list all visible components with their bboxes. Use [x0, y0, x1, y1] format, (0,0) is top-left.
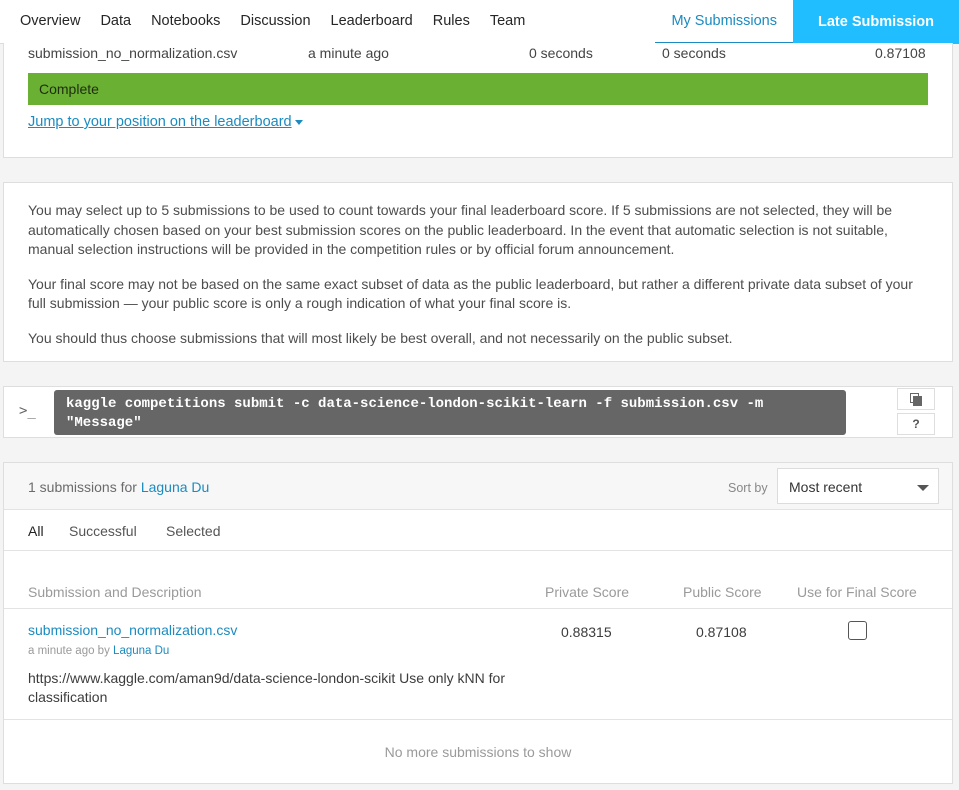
chevron-down-icon — [917, 485, 929, 491]
tab-data[interactable]: Data — [90, 0, 141, 42]
col-description: Submission and Description — [28, 584, 202, 600]
tab-discussion[interactable]: Discussion — [230, 0, 320, 42]
latest-score: 0.87108 — [875, 45, 926, 61]
info-paragraph-2: Your final score may not be based on the… — [28, 275, 913, 312]
submission-description: https://www.kaggle.com/aman9d/data-scien… — [28, 670, 505, 705]
caret-down-icon — [294, 119, 303, 125]
jump-to-leaderboard-link[interactable]: Jump to your position on the leaderboard — [28, 114, 303, 130]
submission-meta-user[interactable]: Laguna Du — [113, 645, 169, 657]
tab-overview[interactable]: Overview — [0, 0, 90, 42]
latest-filename: submission_no_normalization.csv — [28, 45, 238, 61]
competition-nav: Overview Data Notebooks Discussion Leade… — [0, 0, 959, 44]
no-more-submissions: No more submissions to show — [384, 744, 572, 760]
latest-submission-card: submission_no_normalization.csv a minute… — [3, 43, 953, 158]
copy-icon — [910, 392, 922, 406]
filter-all[interactable]: All — [28, 523, 44, 539]
filter-successful[interactable]: Successful — [69, 523, 137, 539]
jump-link-label: Jump to your position on the leaderboard — [28, 114, 292, 130]
copy-button[interactable] — [897, 388, 935, 410]
final-score-info-card: You may select up to 5 submissions to be… — [3, 182, 953, 362]
table-row: submission_no_normalization.csv a minute… — [4, 610, 952, 720]
status-complete-bar: Complete — [28, 73, 928, 105]
sort-label: Sort by — [728, 481, 768, 495]
tab-notebooks[interactable]: Notebooks — [141, 0, 230, 42]
private-score: 0.88315 — [561, 624, 612, 640]
col-public-score: Public Score — [683, 584, 762, 600]
submission-meta-time: a minute ago by — [28, 645, 110, 657]
submission-count-text: 1 submissions for — [28, 479, 137, 495]
terminal-icon: >_ — [19, 403, 36, 419]
submission-count: 1 submissions for Laguna Du — [28, 479, 209, 495]
sort-value: Most recent — [789, 479, 863, 495]
use-for-final-checkbox[interactable] — [848, 621, 867, 640]
submission-file-link[interactable]: submission_no_normalization.csv — [28, 622, 237, 638]
tab-rules[interactable]: Rules — [423, 0, 480, 42]
question-icon: ? — [912, 417, 920, 431]
info-paragraph-1: You may select up to 5 submissions to be… — [28, 202, 893, 257]
sort-select[interactable]: Most recent — [777, 468, 939, 504]
user-link[interactable]: Laguna Du — [141, 479, 210, 495]
tab-my-submissions[interactable]: My Submissions — [655, 0, 793, 44]
filter-selected[interactable]: Selected — [166, 523, 220, 539]
latest-time: a minute ago — [308, 45, 389, 61]
col-final-score: Use for Final Score — [797, 584, 917, 600]
submissions-card: 1 submissions for Laguna Du Sort by Most… — [3, 462, 953, 784]
public-score: 0.87108 — [696, 624, 747, 640]
api-command-card: >_ kaggle competitions submit -c data-sc… — [3, 386, 953, 438]
late-submission-button[interactable]: Late Submission — [793, 0, 959, 44]
submissions-header: 1 submissions for Laguna Du Sort by Most… — [4, 463, 952, 510]
help-button[interactable]: ? — [897, 413, 935, 435]
info-paragraph-3: You should thus choose submissions that … — [28, 329, 733, 346]
submission-filters: All Successful Selected — [4, 511, 952, 551]
col-private-score: Private Score — [545, 584, 630, 600]
status-text: Complete — [39, 81, 99, 97]
tab-leaderboard[interactable]: Leaderboard — [321, 0, 423, 42]
latest-duration-2: 0 seconds — [662, 45, 726, 61]
latest-duration-1: 0 seconds — [529, 45, 593, 61]
submission-meta: a minute ago by Laguna Du — [28, 645, 169, 657]
table-header: Submission and Description Private Score… — [4, 582, 952, 609]
api-command-text[interactable]: kaggle competitions submit -c data-scien… — [54, 390, 846, 435]
tab-team[interactable]: Team — [480, 0, 535, 42]
